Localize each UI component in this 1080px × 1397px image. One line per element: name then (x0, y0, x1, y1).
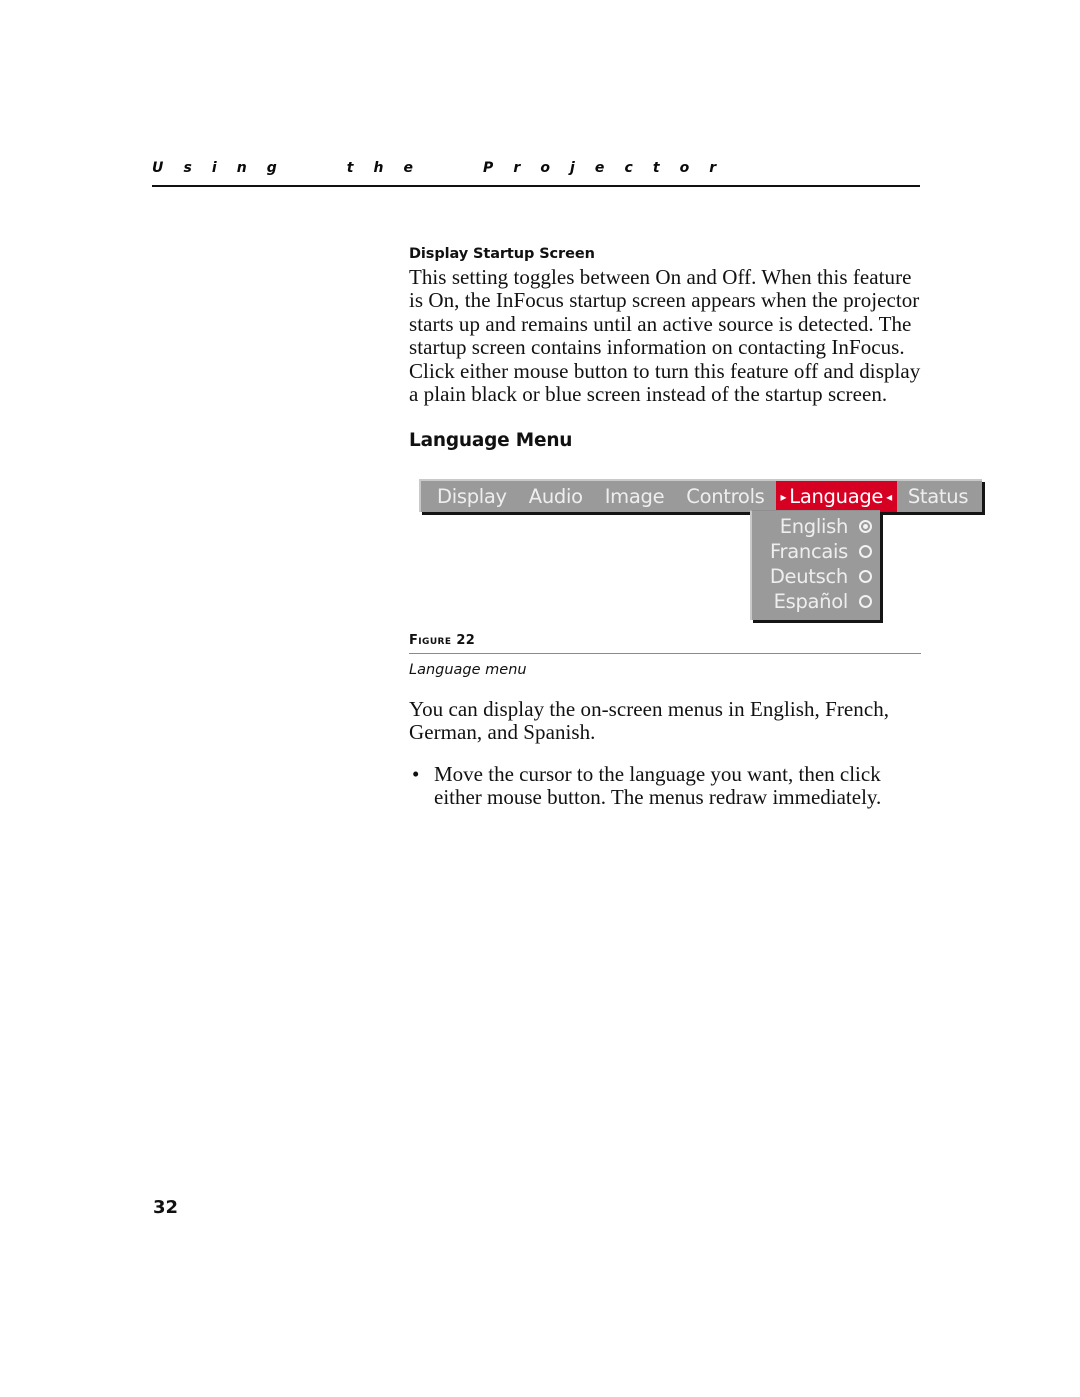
radio-unselected-icon (858, 595, 872, 608)
osd-language-option-francais[interactable]: Francais (752, 539, 880, 564)
osd-menu-item-display[interactable]: Display (421, 481, 518, 512)
radio-unselected-icon (858, 570, 872, 583)
figure-caption-text: Language menu (409, 662, 527, 679)
paragraph-language-menu: You can display the on-screen menus in E… (409, 697, 890, 745)
running-header-rule (152, 185, 920, 188)
osd-language-option-francais-label: Francais (770, 539, 848, 563)
osd-language-option-english[interactable]: English (752, 514, 880, 539)
osd-language-option-espanol[interactable]: Español (752, 589, 880, 614)
osd-language-option-deutsch-label: Deutsch (769, 564, 848, 588)
osd-language-dropdown: English Francais Deutsch Español (750, 510, 880, 620)
radio-selected-icon (858, 520, 872, 533)
bullet-list-language-menu: • Move the cursor to the language you wa… (409, 761, 925, 810)
document-page: U s i n g t h e P r o j e c t o r Displa… (0, 0, 1080, 1397)
osd-menu-item-language[interactable]: ▸ Language ◂ (775, 481, 897, 512)
bullet-icon: • (412, 761, 420, 786)
radio-button-francais[interactable] (850, 545, 880, 558)
figure-number: FIGURE 22 (409, 633, 476, 648)
figure-22-artwork: Display Audio Image Controls ▸ Language … (419, 479, 983, 629)
osd-menu-item-status[interactable]: Status (897, 481, 982, 512)
selection-arrow-right-icon: ◂ (886, 489, 892, 504)
radio-button-deutsch[interactable] (850, 570, 880, 583)
osd-menu-item-status-label: Status (907, 484, 969, 508)
osd-menu-item-display-label: Display (437, 484, 507, 508)
osd-menu-item-controls-label: Controls (686, 484, 765, 508)
radio-button-english[interactable] (850, 520, 880, 533)
section-heading-language-menu: Language Menu (409, 430, 573, 452)
page-number: 32 (153, 1197, 179, 1218)
osd-menu-item-audio-label: Audio (528, 484, 583, 508)
body-column-lower: You can display the on-screen menus in E… (409, 697, 925, 810)
osd-menu-item-controls[interactable]: Controls (675, 481, 775, 512)
radio-unselected-icon (858, 545, 872, 558)
osd-language-option-deutsch[interactable]: Deutsch (752, 564, 880, 589)
figure-caption-block: FIGURE 22 Language menu (409, 633, 921, 678)
figure-caption-rule (409, 653, 921, 655)
list-item-text: Move the cursor to the language you want… (434, 761, 882, 810)
osd-language-option-espanol-label: Español (773, 589, 849, 613)
running-header-title: U s i n g t h e P r o j e c t o r (152, 160, 724, 176)
paragraph-display-startup-screen: This setting toggles between On and Off.… (409, 265, 921, 407)
osd-menu-item-image[interactable]: Image (594, 481, 676, 512)
list-item: • Move the cursor to the language you wa… (409, 761, 925, 810)
osd-menu-item-language-label: Language (789, 484, 884, 508)
osd-menu-item-image-label: Image (604, 484, 665, 508)
subsection-heading-display-startup-screen: Display Startup Screen (409, 246, 595, 262)
selection-arrow-left-icon: ▸ (780, 489, 787, 504)
osd-menu-item-audio[interactable]: Audio (518, 481, 594, 512)
osd-language-option-english-label: English (779, 514, 849, 538)
radio-button-espanol[interactable] (850, 595, 880, 608)
body-column-upper: Display Startup Screen This setting togg… (409, 246, 921, 451)
running-header: U s i n g t h e P r o j e c t o r (152, 160, 920, 188)
osd-menu-bar: Display Audio Image Controls ▸ Language … (419, 479, 983, 512)
